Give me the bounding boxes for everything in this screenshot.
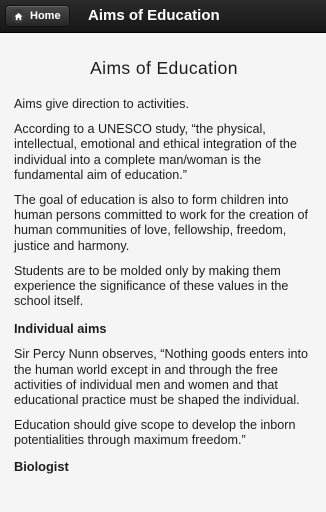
- home-icon: [11, 9, 25, 23]
- paragraph: The goal of education is also to form ch…: [14, 193, 308, 253]
- paragraph: Education should give scope to develop t…: [14, 418, 296, 448]
- home-button[interactable]: Home: [5, 5, 70, 27]
- app-header: Home Aims of Education: [0, 0, 326, 33]
- paragraph: Sir Percy Nunn observes, “Nothing goods …: [14, 347, 309, 408]
- paragraph: Students are to be molded only by making…: [14, 263, 289, 309]
- paragraph: Aims give direction to activities.: [14, 97, 189, 111]
- home-button-label: Home: [30, 10, 61, 22]
- header-title: Aims of Education: [88, 7, 220, 24]
- article-content: Aims of Education Aims give direction to…: [0, 34, 326, 512]
- section-heading-individual-aims: Individual aims: [14, 321, 107, 337]
- paragraph: According to a UNESCO study, “the physic…: [14, 122, 297, 182]
- section-heading-biologist: Biologist: [14, 458, 69, 474]
- page-title: Aims of Education: [90, 58, 238, 78]
